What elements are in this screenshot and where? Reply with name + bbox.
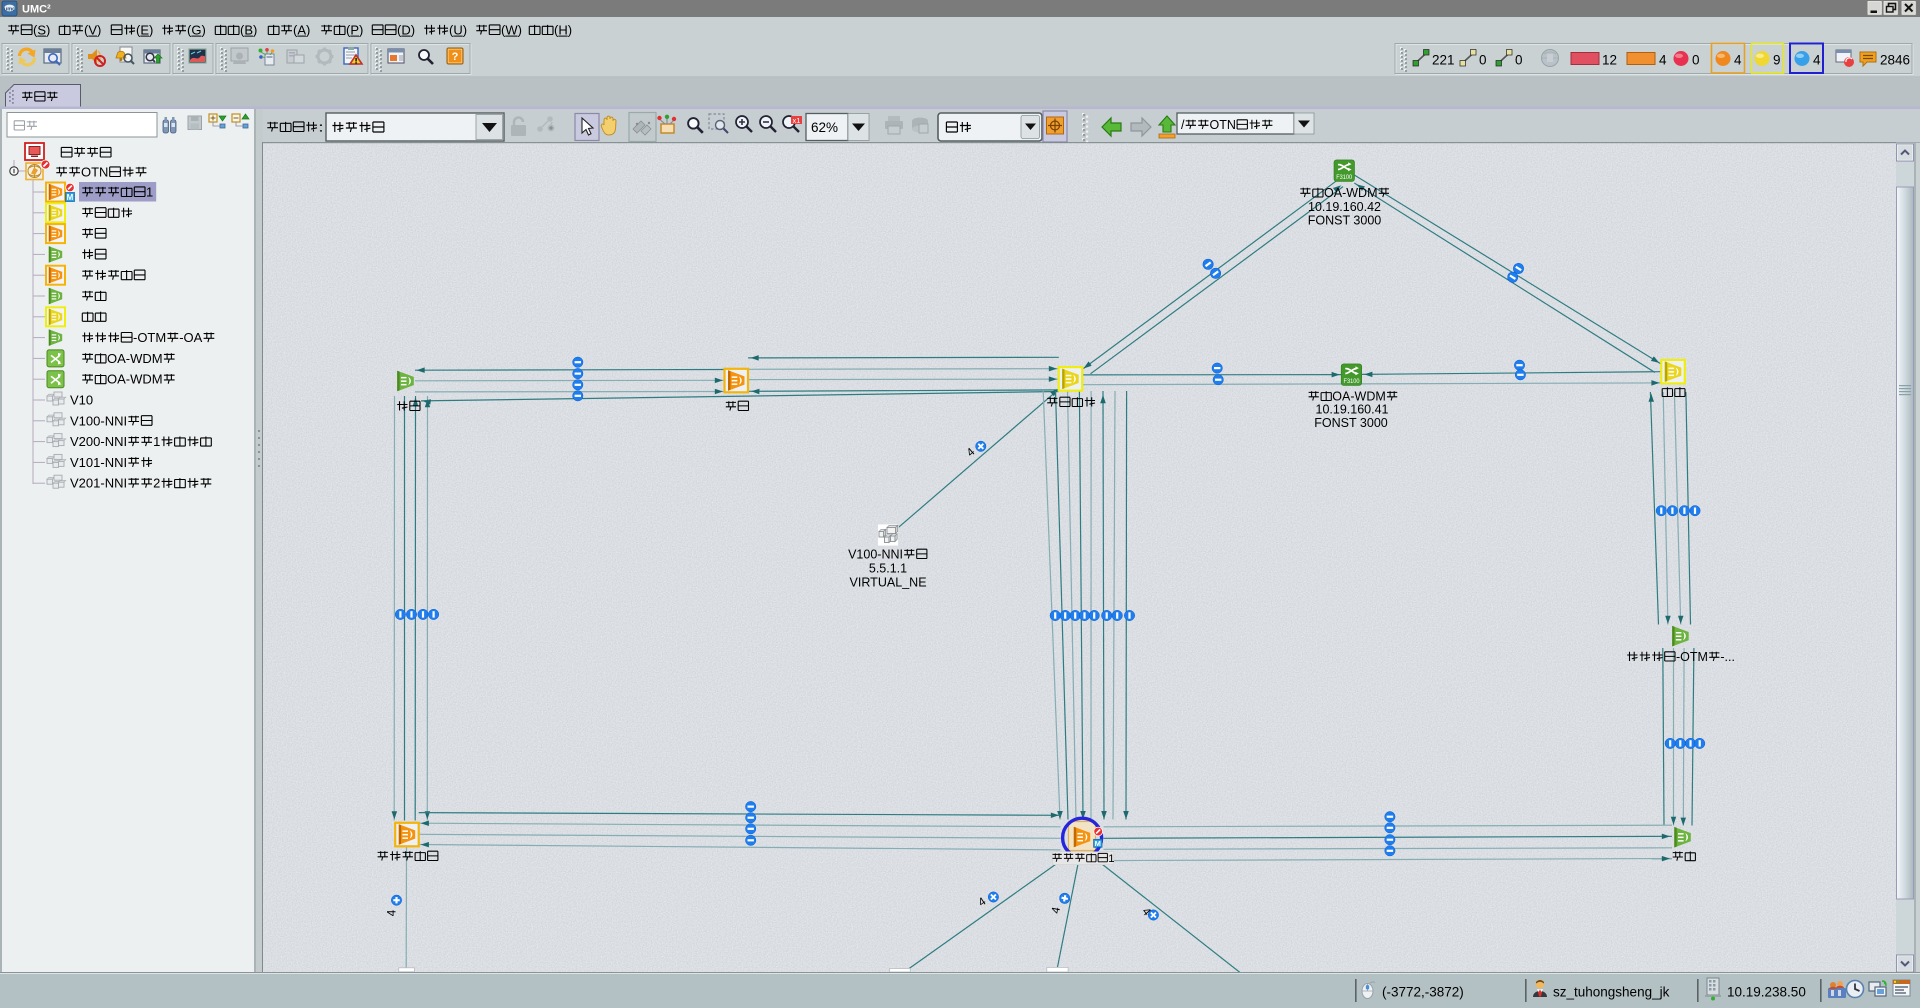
svg-text:10.19.160.42: 10.19.160.42 [1308,200,1381,214]
svg-text:0: 0 [1692,53,1700,68]
svg-text:/: / [1181,118,1185,132]
svg-text:0: 0 [1515,53,1523,68]
svg-text:OTN: OTN [1210,118,1236,132]
svg-text:1: 1 [146,185,153,200]
svg-text:(V): (V) [84,23,101,38]
svg-text:-OA: -OA [179,330,202,345]
svg-text:V100-NNI: V100-NNI [848,548,903,562]
svg-text:0: 0 [1479,53,1487,68]
svg-text:(P): (P) [346,23,363,38]
svg-text:12: 12 [1602,53,1617,68]
svg-text:(U): (U) [449,23,467,38]
svg-text:OTN: OTN [81,165,108,180]
svg-text:-OTM: -OTM [1676,650,1708,664]
svg-text:(W): (W) [501,23,522,38]
svg-text:(E): (E) [136,23,153,38]
svg-text:umc: umc [4,7,15,13]
svg-text:V201-NNI: V201-NNI [70,476,127,491]
svg-text:(A): (A) [293,23,310,38]
svg-text:2846: 2846 [1880,53,1910,68]
svg-text:4: 4 [387,909,399,916]
svg-text:(D): (D) [397,23,415,38]
svg-text:(H): (H) [554,23,572,38]
svg-text:V100-NNI: V100-NNI [70,413,127,428]
svg-text:221: 221 [1432,53,1455,68]
svg-text:1: 1 [1108,853,1114,865]
svg-text:sz_tuhongsheng_jk: sz_tuhongsheng_jk [1553,985,1670,1000]
svg-text:1: 1 [153,434,160,449]
svg-text:OA-WDM: OA-WDM [107,351,163,366]
svg-text:(-3772,-3872): (-3772,-3872) [1382,985,1464,1000]
svg-text:4: 4 [1813,53,1821,68]
svg-text:4: 4 [1659,53,1667,68]
svg-text:-...: -... [1720,650,1735,664]
svg-text:M: M [67,193,74,202]
svg-text:F3100: F3100 [1336,174,1353,181]
svg-text:?: ? [452,51,459,63]
svg-text:10.19.238.50: 10.19.238.50 [1727,985,1806,1000]
svg-text:F3100: F3100 [1344,378,1361,385]
svg-text:(B): (B) [240,23,257,38]
svg-text::: : [318,120,324,135]
svg-text:10.19.160.41: 10.19.160.41 [1316,403,1389,417]
svg-text:V10: V10 [70,393,93,408]
svg-text:M: M [1095,839,1101,848]
svg-text:-OTM: -OTM [133,330,166,345]
svg-text:VIRTUAL_NE: VIRTUAL_NE [850,576,927,590]
svg-text:x1: x1 [793,116,801,125]
svg-text:OA-WDM: OA-WDM [1324,186,1378,200]
svg-text:5.5.1.1: 5.5.1.1 [869,562,907,576]
svg-text:2: 2 [153,476,160,491]
svg-text:(G): (G) [187,23,206,38]
svg-text:(S): (S) [33,23,50,38]
svg-text:V101-NNI: V101-NNI [70,455,127,470]
svg-text:62%: 62% [811,120,838,135]
svg-text:OA-WDM: OA-WDM [1332,390,1386,404]
svg-text:OA-WDM: OA-WDM [107,372,163,387]
svg-text:FONST 3000: FONST 3000 [1308,214,1382,228]
svg-text:FONST 3000: FONST 3000 [1314,416,1388,430]
svg-text:4: 4 [1734,53,1742,68]
svg-text:V200-NNI: V200-NNI [70,434,127,449]
svg-text:UMC²: UMC² [22,4,51,16]
svg-text:9: 9 [1773,53,1781,68]
